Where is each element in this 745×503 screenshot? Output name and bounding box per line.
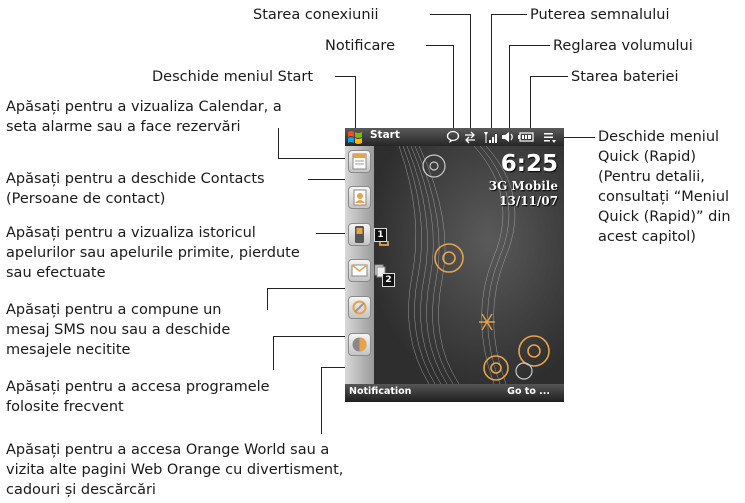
label-call-history-2: apelurilor sau apelurile primite, pierdu… <box>6 245 300 261</box>
notification-icon[interactable] <box>446 130 460 144</box>
label-sms-2: mesaj SMS nou sau a deschide <box>6 322 231 338</box>
today-screen-wallpaper: 6:25 3G Mobile 13/11/07 1 2 <box>374 146 564 384</box>
contacts-icon <box>353 189 367 206</box>
leader-line <box>335 76 356 78</box>
label-calendar-1: Apăsați pentru a vizualiza Calendar, a <box>6 99 282 115</box>
orange-world-icon <box>352 337 367 352</box>
date-display: 13/11/07 <box>499 194 558 208</box>
leader-line <box>321 367 323 434</box>
label-quick-menu-1: Deschide meniul <box>598 129 720 145</box>
programs-icon <box>352 300 367 315</box>
label-calendar-2: seta alarme sau a face rezervări <box>6 119 241 135</box>
messaging-shortcut-button[interactable] <box>348 259 371 282</box>
softkey-go-to[interactable]: Go to ... <box>507 386 550 397</box>
call-history-icon <box>355 226 364 243</box>
programs-shortcut-button[interactable] <box>348 296 371 319</box>
leader-line <box>273 336 275 370</box>
operator-name: 3G Mobile <box>488 179 558 193</box>
battery-icon[interactable] <box>517 130 534 144</box>
label-quick-menu-6: acest capitol) <box>598 229 696 245</box>
label-programs-2: folosite frecvent <box>6 399 124 415</box>
label-quick-menu-3: (Pentru detalii, <box>598 169 705 185</box>
leader-line <box>470 14 472 137</box>
label-contacts-1: Apăsați pentru a deschide Contacts <box>6 171 265 187</box>
softkey-bar: Notification Go to ... <box>345 384 564 402</box>
orange-world-shortcut-button[interactable] <box>348 333 371 356</box>
leader-line <box>509 45 550 47</box>
label-orange-world-1: Apăsați pentru a accesa Orange World sau… <box>6 442 330 458</box>
new-messages-badge[interactable]: 2 <box>382 273 395 287</box>
clock-time: 6:25 <box>500 151 558 177</box>
label-quick-menu-4: consultați “Meniul <box>598 189 730 205</box>
title-text: Start <box>370 129 400 141</box>
leader-line <box>267 288 357 290</box>
missed-calls-badge[interactable]: 1 <box>374 228 387 242</box>
label-orange-world-2: vizita alte pagini Web Orange cu diverti… <box>6 462 344 478</box>
connection-icon[interactable] <box>463 130 477 144</box>
label-call-history-1: Apăsați pentru a vizualiza istoricul <box>6 225 256 241</box>
contacts-shortcut-button[interactable] <box>348 186 371 209</box>
label-volume-control: Reglarea volumului <box>553 38 693 54</box>
label-signal-strength: Puterea semnalului <box>530 7 670 23</box>
calendar-icon <box>352 153 367 170</box>
label-programs-1: Apăsați pentru a accesa programele <box>6 379 270 395</box>
label-quick-menu-2: Quick (Rapid) <box>598 149 697 165</box>
label-notification: Notificare <box>325 38 395 54</box>
label-battery-status: Starea bateriei <box>571 69 679 85</box>
softkey-notification[interactable]: Notification <box>349 386 411 397</box>
leader-line <box>453 45 455 137</box>
label-orange-world-3: cadouri și descărcări <box>6 482 156 498</box>
phone-screen: Start 6:25 3G Mobile 13/11/07 1 2 Notifi… <box>345 128 564 402</box>
leader-line <box>278 128 280 159</box>
call-history-shortcut-button[interactable] <box>348 223 371 246</box>
leader-line <box>530 76 568 78</box>
leader-line <box>491 14 527 16</box>
leader-line <box>430 14 471 16</box>
messaging-icon <box>351 264 368 277</box>
label-quick-menu-5: Quick (Rapid)” din <box>598 209 731 225</box>
leader-line <box>355 76 357 131</box>
calendar-shortcut-button[interactable] <box>348 150 371 173</box>
label-contacts-2: (Persoane de contact) <box>6 191 166 207</box>
label-call-history-3: sau efectuate <box>6 265 106 281</box>
label-sms-1: Apăsați pentru a compune un <box>6 302 222 318</box>
label-connection-status: Starea conexiunii <box>253 7 379 23</box>
label-open-start-menu: Deschide meniul Start <box>152 69 314 85</box>
leader-line <box>267 288 269 310</box>
shortcut-sidebar <box>345 146 374 384</box>
volume-icon[interactable] <box>501 130 515 144</box>
leader-line <box>426 45 454 47</box>
leader-line <box>509 45 511 137</box>
windows-start-icon[interactable] <box>347 129 363 145</box>
signal-icon[interactable] <box>483 130 497 144</box>
leader-line <box>491 14 493 137</box>
label-sms-3: mesajele necitite <box>6 342 131 358</box>
quick-menu-icon[interactable] <box>543 130 557 144</box>
title-bar: Start <box>345 128 564 146</box>
